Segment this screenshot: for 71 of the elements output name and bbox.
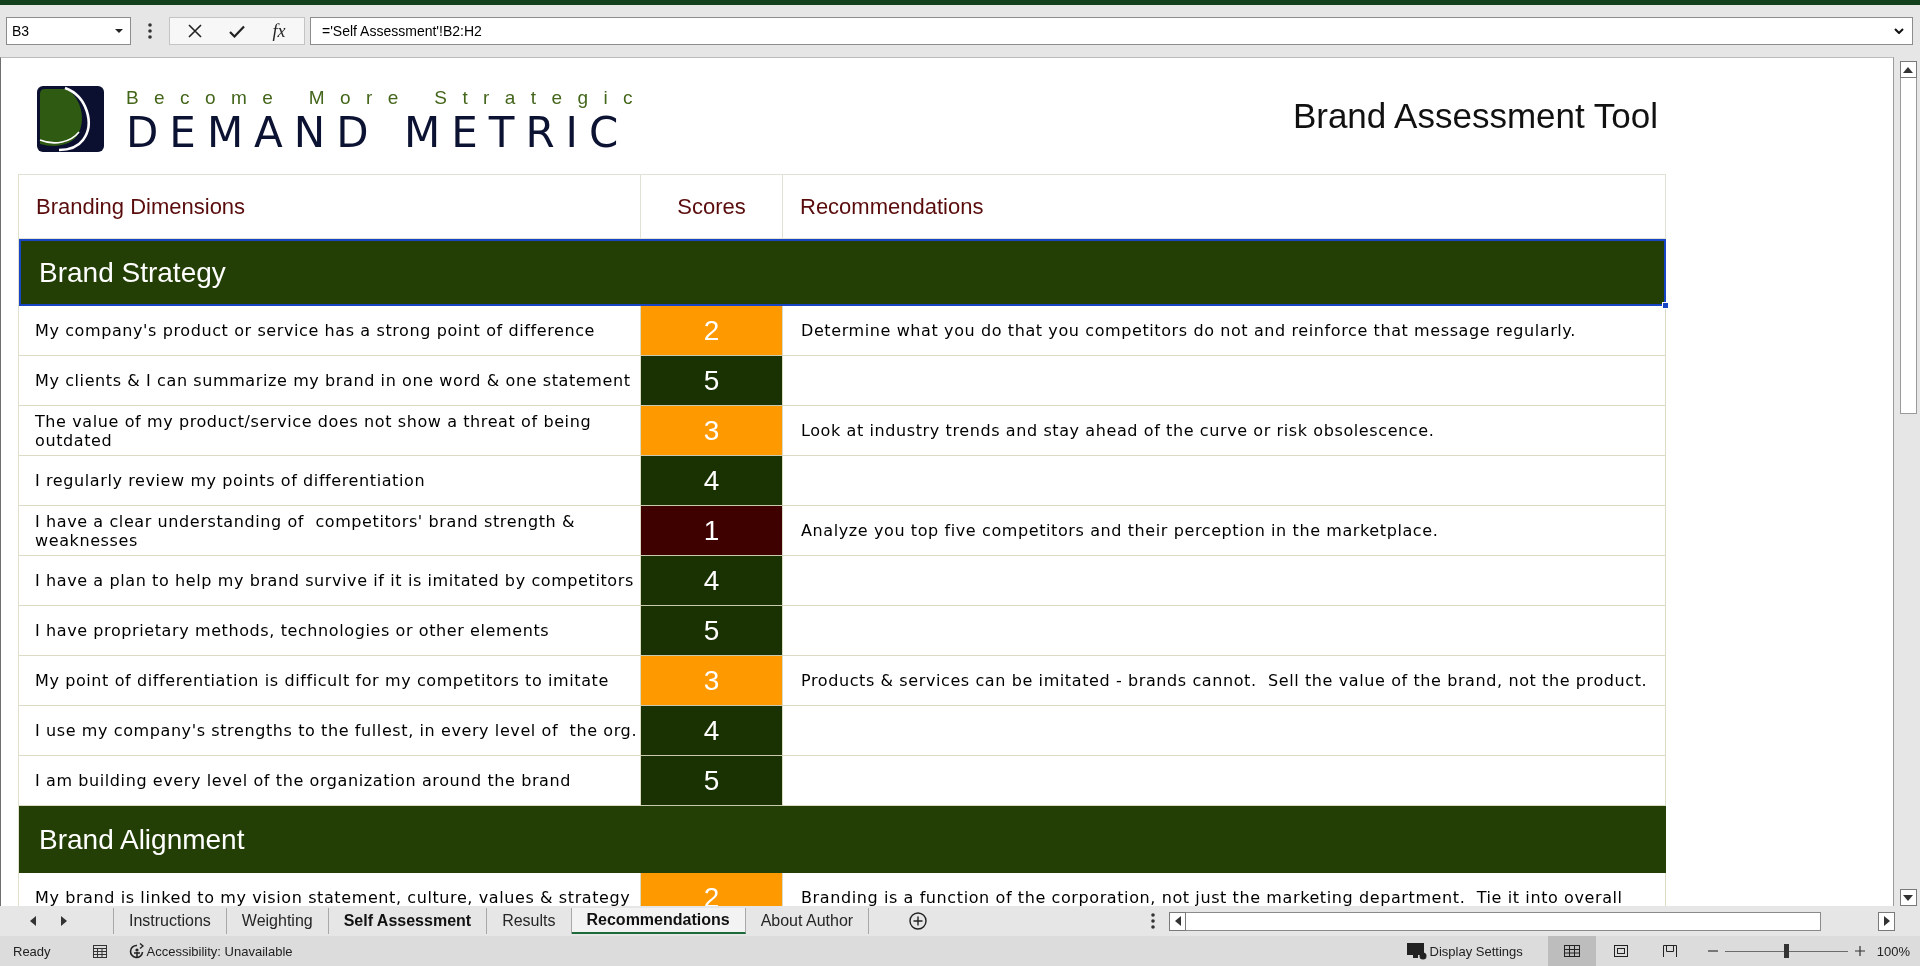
score-cell: 4 xyxy=(641,456,783,506)
close-icon xyxy=(188,24,202,38)
sheet-tab[interactable]: Recommendations xyxy=(571,908,746,934)
section-title: Brand Strategy xyxy=(39,256,226,289)
new-sheet-icon[interactable] xyxy=(909,912,928,930)
sheet-tab[interactable]: About Author xyxy=(745,908,870,934)
vertical-dots-icon[interactable] xyxy=(1151,913,1155,929)
score-cell: 2 xyxy=(641,306,783,356)
dimension-cell: I have a clear understanding of competitors' brand strength & weaknesses xyxy=(19,506,641,556)
scroll-left-button[interactable] xyxy=(1169,911,1186,931)
section-title: Brand Alignment xyxy=(39,823,245,856)
accessibility-icon xyxy=(127,943,144,959)
formula-field[interactable]: ='Self Assessment'!B2:H2 xyxy=(310,17,1913,45)
dimension-cell: My clients & I can summarize my brand in one word & one statement xyxy=(19,356,641,406)
dimension-cell: I regularly review my points of differentiation xyxy=(19,456,641,506)
sheet-title: Brand Assessment Tool xyxy=(1292,96,1658,136)
sheet-grid-icon[interactable] xyxy=(92,944,107,958)
scroll-up-button[interactable] xyxy=(1899,61,1917,78)
sheet-tab[interactable]: Instructions xyxy=(114,908,227,934)
page-icon xyxy=(1613,945,1628,957)
minus-icon[interactable] xyxy=(1707,950,1718,952)
sheet-tab[interactable]: Weighting xyxy=(226,908,329,934)
recommendation-cell: Products & services can be imitated - brands cannot. Sell the value of the brand, not the product. xyxy=(783,656,1666,706)
caret-down-icon[interactable] xyxy=(115,29,123,33)
caret-left-icon xyxy=(1174,916,1181,926)
dimension-cell: I have proprietary methods, technologies or other elements xyxy=(19,606,641,656)
caret-up-icon xyxy=(1903,66,1913,73)
chevron-down-icon[interactable] xyxy=(1894,28,1904,34)
zoom-level-button[interactable]: 100% xyxy=(1876,943,1910,959)
grid-icon xyxy=(1563,945,1580,957)
score-cell: 5 xyxy=(641,606,783,656)
logo-icon xyxy=(37,86,104,152)
brand-name: DEMAND METRIC xyxy=(126,113,630,153)
tagline: Become More Strategic xyxy=(126,87,648,109)
scroll-down-button[interactable] xyxy=(1899,889,1917,906)
name-box[interactable]: B3 xyxy=(6,17,131,45)
dimension-cell: I have a plan to help my brand survive if it is imitated by competitors xyxy=(19,556,641,606)
zoom-slider-thumb[interactable] xyxy=(1784,944,1790,958)
caret-right-icon[interactable] xyxy=(61,916,67,926)
recommendation-cell: Determine what you do that you competitors do not and reinforce that message regularly. xyxy=(783,306,1666,356)
check-icon xyxy=(229,24,245,38)
score-cell: 4 xyxy=(641,556,783,606)
score-cell: 5 xyxy=(641,756,783,806)
score-cell: 4 xyxy=(641,706,783,756)
status-text: Ready xyxy=(13,943,51,959)
dimension-cell: My point of differentiation is difficult for my competitors to imitate xyxy=(19,656,641,706)
display-settings-button[interactable]: Display Settings xyxy=(1406,942,1523,960)
plus-icon[interactable] xyxy=(1854,946,1865,956)
dimension-cell: I use my company's strengths to the fullest, in every level of the org. xyxy=(19,706,641,756)
page-break-icon xyxy=(1662,945,1677,957)
sheet-tab[interactable]: Self Assessment xyxy=(328,908,488,934)
caret-left-icon[interactable] xyxy=(30,916,36,926)
recommendation-cell: Look at industry trends and stay ahead of the curve or risk obsolescence. xyxy=(783,406,1666,456)
monitor-icon xyxy=(1406,942,1427,960)
vertical-dots-icon[interactable] xyxy=(148,23,152,39)
scroll-right-button[interactable] xyxy=(1878,911,1895,931)
scrollbar-thumb[interactable] xyxy=(1899,78,1917,414)
score-cell: 5 xyxy=(641,356,783,406)
score-cell: 1 xyxy=(641,506,783,556)
insert-function-button[interactable]: fx xyxy=(264,19,294,43)
accessibility-button[interactable]: Accessibility: Unavailable xyxy=(127,943,293,959)
score-cell: 3 xyxy=(641,406,783,456)
caret-down-icon xyxy=(1903,894,1913,901)
dimension-cell: The value of my product/service does not show a threat of being outdated xyxy=(19,406,641,456)
sheet-tab[interactable]: Results xyxy=(487,908,572,934)
caret-right-icon xyxy=(1883,916,1890,926)
view-button[interactable] xyxy=(1547,936,1596,966)
score-cell: 3 xyxy=(641,656,783,706)
fill-handle[interactable] xyxy=(1662,302,1669,309)
dimension-cell: My company's product or service has a strong point of difference xyxy=(19,306,641,356)
recommendation-cell: Analyze you top five competitors and their perception in the marketplace. xyxy=(783,506,1666,556)
